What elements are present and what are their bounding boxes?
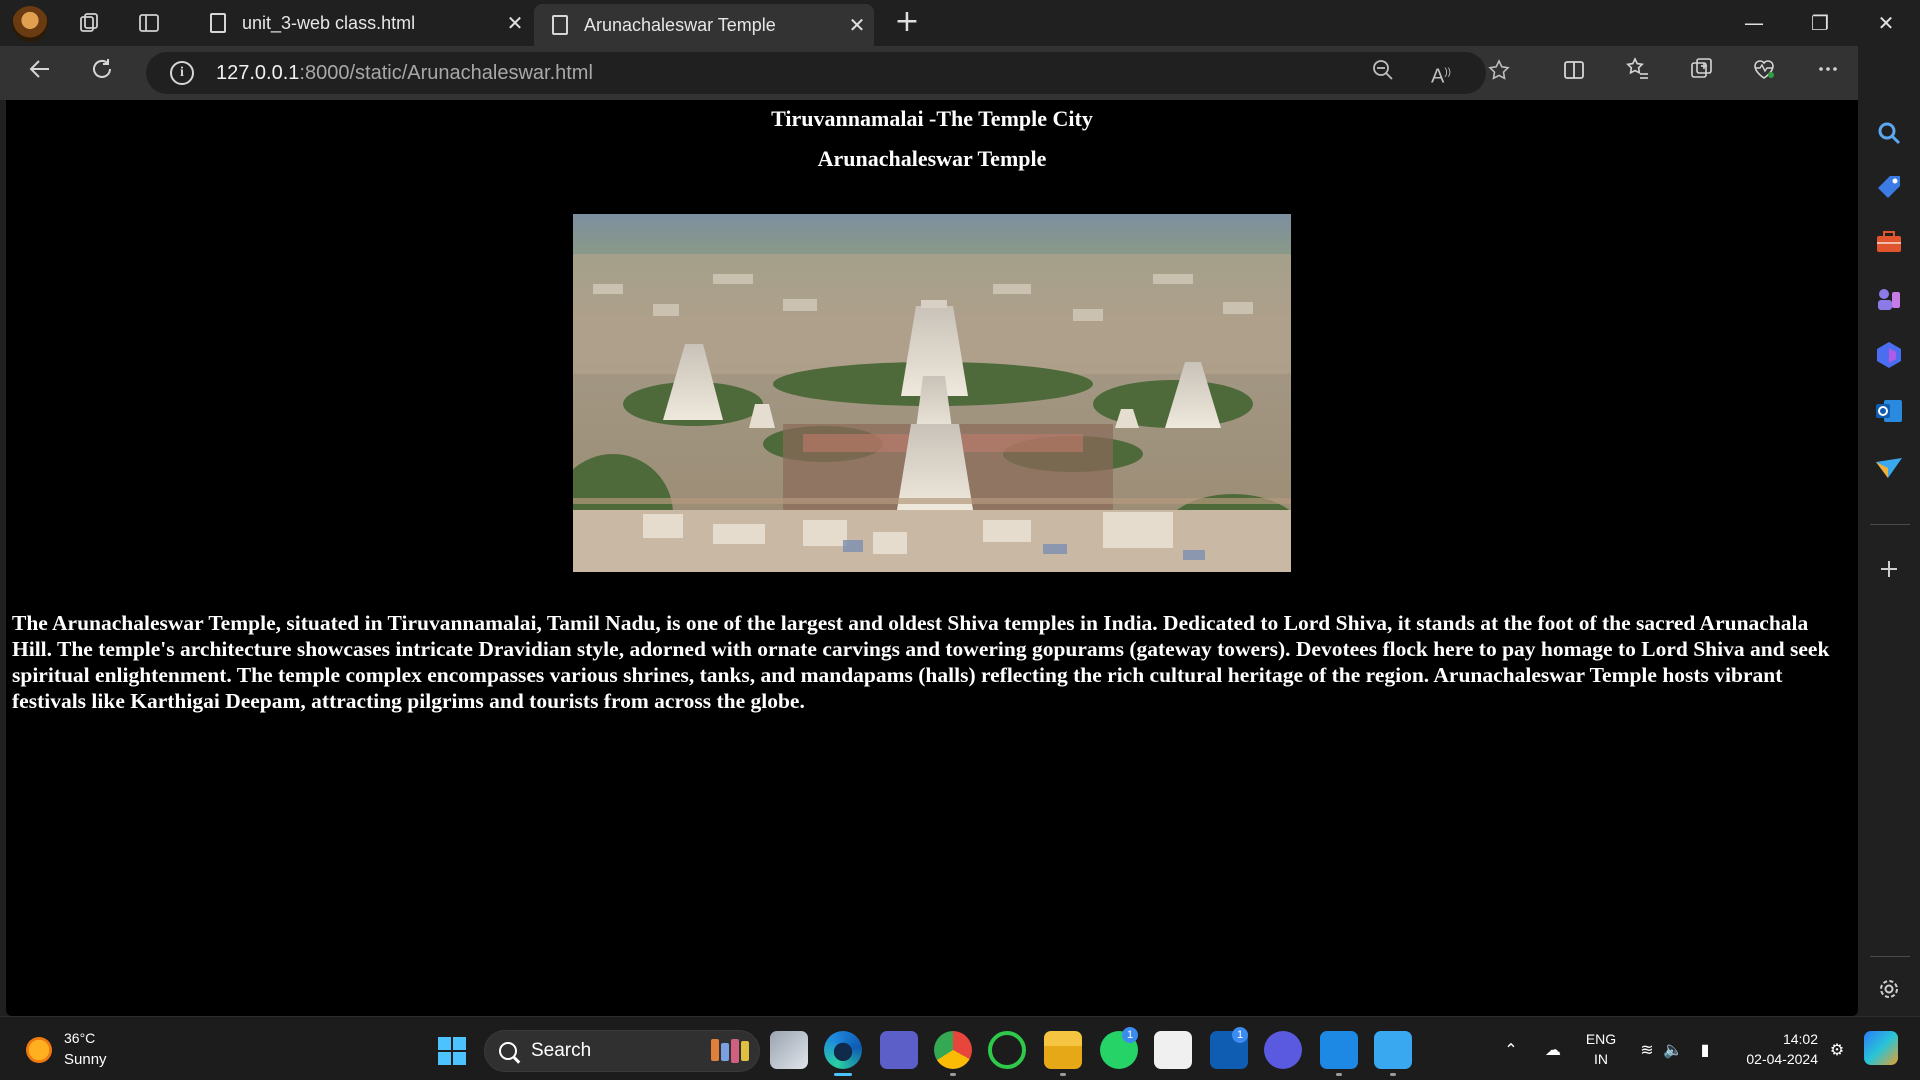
add-icon[interactable] (1872, 552, 1906, 586)
read-aloud-icon[interactable]: A)) (1426, 58, 1456, 88)
app-loop-icon[interactable] (988, 1031, 1026, 1069)
site-info-icon[interactable]: i (170, 61, 194, 85)
tab-actions-icon[interactable] (132, 6, 166, 40)
games-icon[interactable] (1872, 282, 1906, 316)
page-heading-temple: Arunachaleswar Temple (817, 146, 1047, 171)
workspaces-icon[interactable] (72, 6, 106, 40)
outlook-icon[interactable] (1872, 394, 1906, 428)
language-top[interactable]: ENG (1584, 1031, 1618, 1047)
linkedin-badge: 1 (1232, 1027, 1248, 1043)
notepad-icon[interactable] (1374, 1031, 1412, 1069)
health-icon[interactable] (1746, 56, 1782, 92)
microsoft-store-icon[interactable] (1154, 1031, 1192, 1069)
weather-sun-icon[interactable] (26, 1037, 52, 1063)
tab-close-button[interactable]: ✕ (498, 11, 532, 36)
browser-toolbar: i 127.0.0.1:8000/static/Arunachaleswar.h… (0, 46, 1920, 100)
teams-icon[interactable] (880, 1031, 918, 1069)
whatsapp-badge: 1 (1122, 1027, 1138, 1043)
zoom-out-icon[interactable] (1368, 58, 1398, 88)
explorer-running-indicator (1060, 1073, 1066, 1076)
restore-button[interactable]: ❐ (1790, 6, 1850, 40)
notepad-running-indicator (1390, 1073, 1396, 1076)
edge-active-indicator (834, 1073, 852, 1076)
edge-sidebar (1858, 46, 1920, 1016)
page-paragraph: The Arunachaleswar Temple, situated in T… (12, 611, 1830, 713)
temple-aerial-photo (573, 214, 1291, 572)
send-icon[interactable] (1872, 450, 1906, 484)
document-icon (552, 15, 568, 35)
tab-label: unit_3-web class.html (242, 12, 416, 33)
minimize-button[interactable]: — (1724, 6, 1784, 40)
edge-browser-icon[interactable] (824, 1031, 862, 1069)
chrome-running-indicator (950, 1073, 956, 1076)
address-bar[interactable]: i 127.0.0.1:8000/static/Arunachaleswar.h… (146, 52, 1510, 94)
copilot-designer-icon[interactable] (1872, 338, 1906, 372)
battery-icon[interactable]: ▮ (1694, 1041, 1716, 1059)
vscode-icon[interactable] (1320, 1031, 1358, 1069)
document-icon (210, 13, 226, 33)
app-a-icon[interactable] (1264, 1031, 1302, 1069)
settings-gear-icon[interactable] (1872, 972, 1906, 1006)
task-view-icon[interactable] (770, 1031, 808, 1069)
settings-gear-icon[interactable]: ⚙ (1826, 1041, 1848, 1059)
weather-description[interactable]: Sunny (64, 1051, 107, 1068)
window-close-button[interactable]: ✕ (1856, 6, 1916, 40)
favorites-icon[interactable] (1620, 56, 1656, 92)
chevron-up-icon[interactable]: ⌃ (1500, 1041, 1522, 1059)
shopping-tag-icon[interactable] (1872, 170, 1906, 204)
search-label: Search (531, 1040, 592, 1061)
tools-briefcase-icon[interactable] (1872, 226, 1906, 260)
wifi-icon[interactable]: ≋ (1636, 1041, 1658, 1059)
search-highlight-icon (711, 1039, 749, 1063)
file-explorer-icon[interactable] (1044, 1031, 1082, 1069)
vscode-running-indicator (1336, 1073, 1342, 1076)
more-icon[interactable] (1810, 56, 1846, 92)
tab-arunachaleswar[interactable]: Arunachaleswar Temple ✕ (534, 4, 874, 46)
url-host: 127.0.0.1 (216, 61, 300, 84)
refresh-icon[interactable] (84, 56, 120, 92)
chrome-icon[interactable] (934, 1031, 972, 1069)
new-tab-button[interactable]: + (890, 6, 924, 40)
language-bottom[interactable]: IN (1584, 1051, 1618, 1067)
clock-date[interactable]: 02-04-2024 (1728, 1051, 1818, 1067)
start-windows-icon[interactable] (438, 1037, 466, 1065)
onedrive-offline-icon[interactable]: ☁ (1542, 1041, 1564, 1059)
sidebar-divider (1870, 956, 1910, 957)
weather-temperature[interactable]: 36°C (64, 1030, 95, 1046)
page-viewport: Tiruvannamalai -The Temple City Arunacha… (6, 100, 1858, 1016)
clock-time[interactable]: 14:02 (1728, 1031, 1818, 1047)
sidebar-divider (1870, 524, 1910, 525)
volume-icon[interactable]: 🔈 (1662, 1041, 1684, 1059)
search-icon (499, 1042, 517, 1060)
url-path: :8000/static/Arunachaleswar.html (299, 61, 593, 84)
split-screen-icon[interactable] (1556, 56, 1592, 92)
taskbar-search-box[interactable]: Search (484, 1030, 760, 1072)
tab-unit3[interactable]: unit_3-web class.html ✕ (192, 4, 532, 42)
tab-close-button[interactable]: ✕ (840, 13, 874, 38)
copilot-icon[interactable] (1864, 1031, 1898, 1065)
browser-title-bar: unit_3-web class.html ✕ Arunachaleswar T… (0, 0, 1920, 46)
profile-avatar[interactable] (12, 6, 48, 42)
search-icon[interactable] (1872, 116, 1906, 150)
collections-icon[interactable] (1684, 56, 1720, 92)
tab-label: Arunachaleswar Temple (584, 14, 776, 35)
back-icon[interactable] (22, 56, 58, 92)
page-heading-city: Tiruvannamalai -The Temple City (771, 106, 1093, 131)
windows-taskbar: 36°C Sunny Search 1 1 ⌃ ☁ ENG IN ≋ 🔈 ▮ 1… (0, 1016, 1920, 1080)
favorite-star-icon[interactable] (1484, 58, 1514, 88)
